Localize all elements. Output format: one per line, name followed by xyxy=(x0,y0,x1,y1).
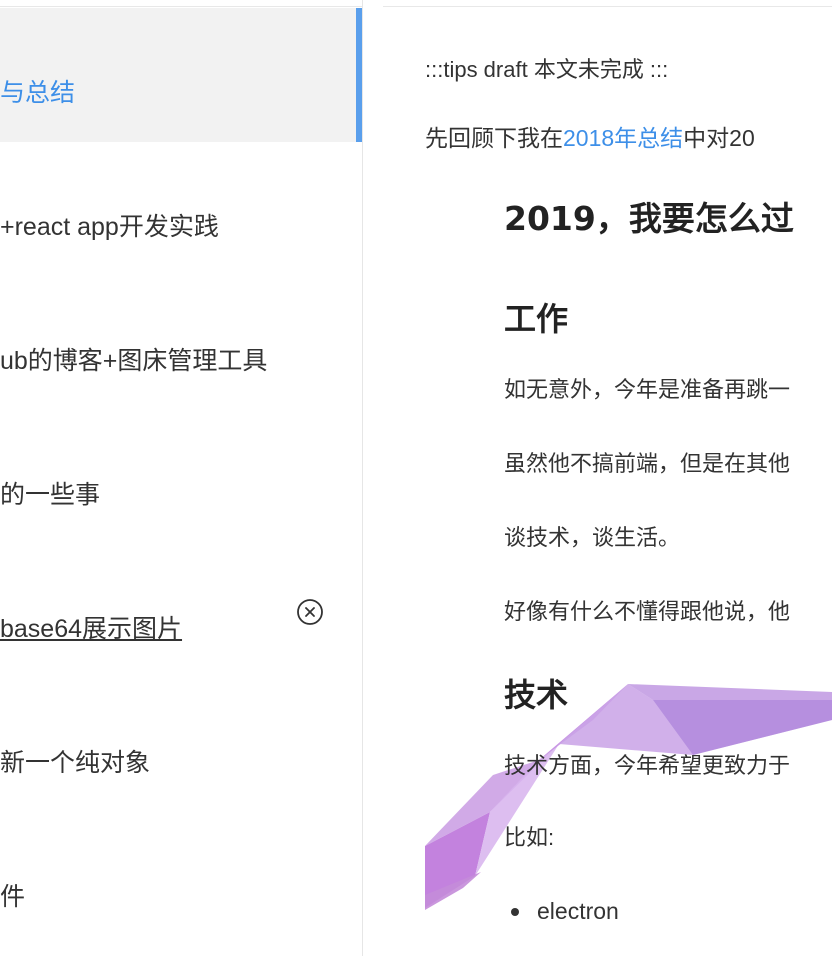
article-content: :::tips draft 本文未完成 ::: 先回顾下我在2018年总结中对2… xyxy=(363,0,832,956)
sidebar-item-label: 新一个纯对象 xyxy=(0,749,151,777)
sidebar-item-base64[interactable]: base64展示图片 xyxy=(0,544,362,678)
bullet xyxy=(511,908,519,916)
sidebar-item-label: 件 xyxy=(0,883,26,911)
sidebar-item-pure-object[interactable]: 新一个纯对象 xyxy=(0,678,362,812)
sidebar-item-some-things[interactable]: 的一些事 xyxy=(0,410,362,544)
paragraph: 虽然他不搞前端，但是在其他 xyxy=(504,451,791,476)
recap-paragraph: 先回顾下我在2018年总结中对20 xyxy=(425,124,755,152)
recap-suffix: 中对20 xyxy=(683,125,755,151)
close-circle-icon[interactable] xyxy=(296,598,324,626)
paragraph: 如无意外，今年是准备再跳一 xyxy=(504,377,791,402)
sidebar-item-summary[interactable]: 与总结 xyxy=(0,8,362,142)
sidebar-item-label: ub的博客+图床管理工具 xyxy=(0,347,268,375)
list-item-text: electron xyxy=(537,898,619,924)
sidebar-item-label: 与总结 xyxy=(0,79,76,107)
sidebar-item-label: base64展示图片 xyxy=(0,615,183,643)
paragraph: 好像有什么不懂得跟他说，他 xyxy=(504,599,791,624)
article-heading: 2019，我要怎么过 xyxy=(504,199,794,238)
sidebar-item-blog-tool[interactable]: ub的博客+图床管理工具 xyxy=(0,276,362,410)
sidebar-item-component[interactable]: 件 xyxy=(0,812,362,946)
sidebar: 与总结 +react app开发实践 ub的博客+图床管理工具 的一些事 bas… xyxy=(0,0,363,956)
paragraph: 技术方面，今年希望更致力于 xyxy=(504,753,791,778)
sidebar-item-label: +react app开发实践 xyxy=(0,213,219,241)
section-heading-work: 工作 xyxy=(504,300,569,338)
summary-2018-link[interactable]: 2018年总结 xyxy=(563,125,683,151)
recap-prefix: 先回顾下我在 xyxy=(425,125,563,151)
paragraph: 谈技术，谈生活。 xyxy=(504,525,681,550)
sidebar-top-divider xyxy=(0,6,362,7)
page: 与总结 +react app开发实践 ub的博客+图床管理工具 的一些事 bas… xyxy=(0,0,832,956)
draft-tips: :::tips draft 本文未完成 ::: xyxy=(425,57,669,82)
active-indicator xyxy=(356,8,362,142)
sidebar-item-react-app[interactable]: +react app开发实践 xyxy=(0,142,362,276)
paragraph: 比如: xyxy=(504,825,555,850)
article-top-divider xyxy=(383,6,832,7)
list-item: electron xyxy=(511,896,619,926)
sidebar-item-label: 的一些事 xyxy=(0,481,101,509)
section-heading-tech: 技术 xyxy=(504,676,569,714)
